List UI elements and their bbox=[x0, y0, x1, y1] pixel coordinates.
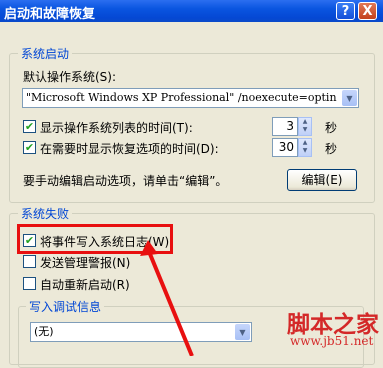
watermark-url: www.jb51.net bbox=[290, 334, 374, 348]
annotation-arrow bbox=[140, 240, 194, 356]
